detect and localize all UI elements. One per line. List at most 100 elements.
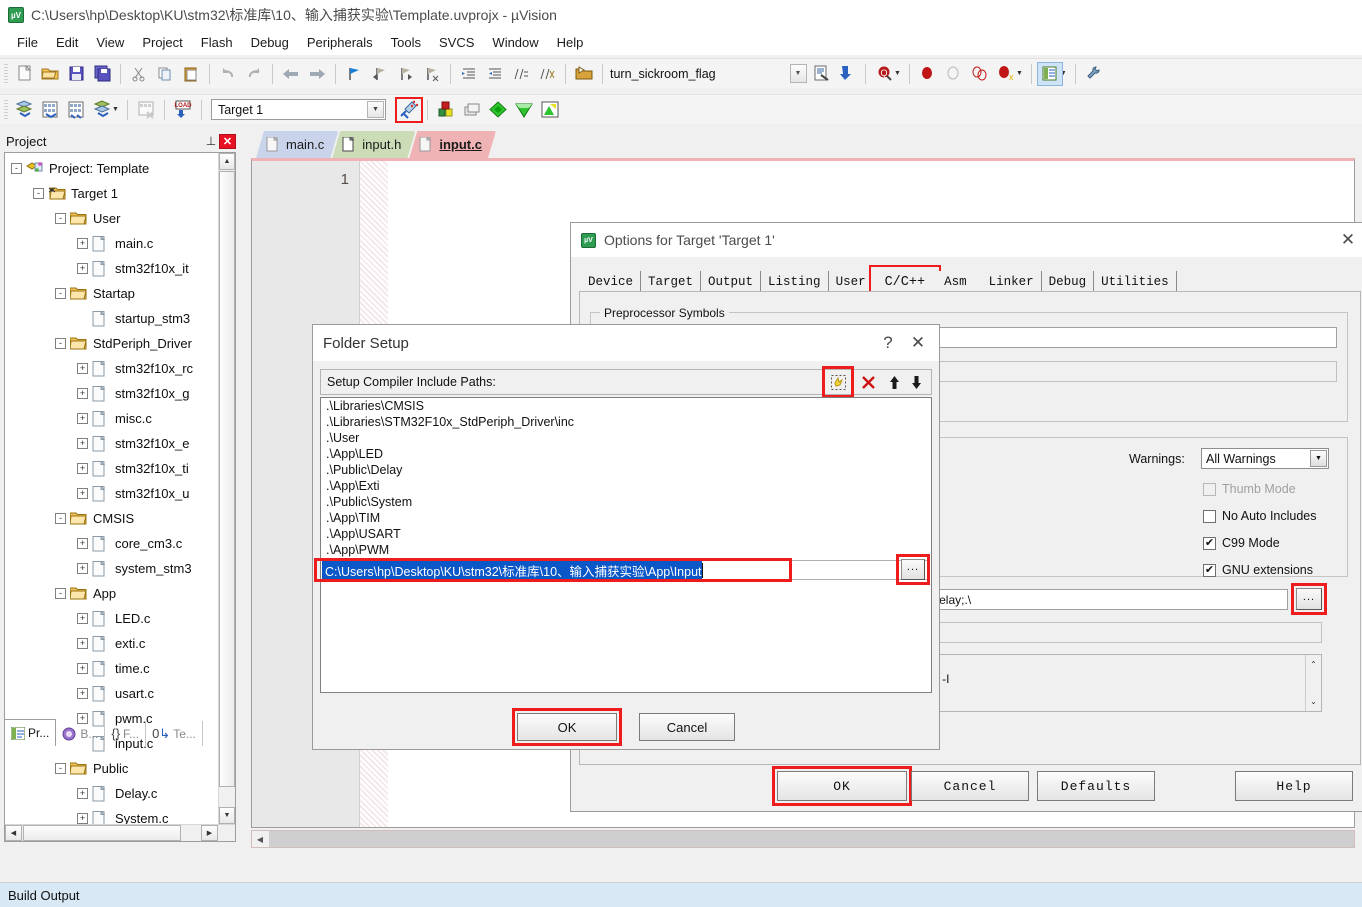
folder-browse-button[interactable]: ... <box>896 554 930 585</box>
menu-help[interactable]: Help <box>548 32 593 53</box>
menu-peripherals[interactable]: Peripherals <box>298 32 382 53</box>
collapse-toggle-icon[interactable]: - <box>55 338 66 349</box>
include-path-edit-row[interactable]: C:\Users\hp\Desktop\KU\stm32\标准库\10、输入捕获… <box>322 559 930 581</box>
build-target-icon[interactable] <box>37 98 63 122</box>
goto-definition-icon[interactable] <box>834 62 860 86</box>
indent-right-icon[interactable] <box>456 62 482 86</box>
include-path-row[interactable]: .\App\USART <box>321 526 931 542</box>
options-cancel-button[interactable]: Cancel <box>911 771 1029 801</box>
include-path-row[interactable]: .\App\LED <box>321 446 931 462</box>
tree-item[interactable]: - Target 1 <box>5 181 219 206</box>
compiler-control-scrollbar[interactable]: ⌃ ⌄ <box>1305 655 1321 711</box>
expand-toggle-icon[interactable]: + <box>77 788 88 799</box>
collapse-toggle-icon[interactable]: - <box>55 213 66 224</box>
panel-tab-functions[interactable]: {} F... <box>105 721 147 746</box>
expand-toggle-icon[interactable]: + <box>77 413 88 424</box>
stop-build-icon[interactable] <box>133 98 159 122</box>
include-path-row[interactable]: .\Public\System <box>321 494 931 510</box>
move-up-icon[interactable] <box>883 371 905 393</box>
tree-item[interactable]: + time.c <box>5 656 219 681</box>
rebuild-icon[interactable] <box>63 98 89 122</box>
tab-listing[interactable]: Listing <box>761 271 829 293</box>
expand-toggle-icon[interactable]: + <box>77 563 88 574</box>
tree-item[interactable]: + stm32f10x_u <box>5 481 219 506</box>
manage-runtime-icon[interactable] <box>511 98 537 122</box>
close-icon[interactable]: ✕ <box>219 133 236 149</box>
navigate-forward-icon[interactable] <box>304 62 330 86</box>
expand-toggle-icon[interactable]: + <box>77 638 88 649</box>
delete-path-icon[interactable] <box>857 371 879 393</box>
move-down-icon[interactable] <box>905 371 927 393</box>
function-dropdown-button[interactable]: ▼ <box>788 62 808 86</box>
paste-icon[interactable] <box>178 62 204 86</box>
expand-toggle-icon[interactable]: + <box>77 613 88 624</box>
expand-toggle-icon[interactable]: + <box>77 688 88 699</box>
chevron-down-icon[interactable]: ▼ <box>366 101 384 118</box>
collapse-toggle-icon[interactable]: - <box>33 188 44 199</box>
new-file-icon[interactable] <box>11 62 37 86</box>
tree-item[interactable]: - Public <box>5 756 219 781</box>
toolbar-grip[interactable] <box>4 63 8 84</box>
scroll-right-icon[interactable]: ▶ <box>201 825 218 841</box>
tree-item[interactable]: + main.c <box>5 231 219 256</box>
scroll-down-icon[interactable]: ▼ <box>219 807 235 824</box>
pack-installer-icon[interactable] <box>485 98 511 122</box>
open-source-icon[interactable] <box>571 62 597 86</box>
include-path-row[interactable]: .\App\Exti <box>321 478 931 494</box>
expand-toggle-icon[interactable]: + <box>77 663 88 674</box>
editor-hscrollbar[interactable]: ◀ <box>251 830 1355 848</box>
tree-item[interactable]: - StdPeriph_Driver <box>5 331 219 356</box>
vscroll-thumb[interactable] <box>219 171 235 787</box>
editor-scroll-left-icon[interactable]: ◀ <box>252 831 268 847</box>
scroll-up-icon[interactable]: ▲ <box>219 153 235 170</box>
checkbox-no-auto-includes[interactable]: No Auto Includes <box>1203 509 1317 523</box>
undo-icon[interactable] <box>215 62 241 86</box>
editor-hscroll-track[interactable] <box>269 831 1354 847</box>
options-defaults-button[interactable]: Defaults <box>1037 771 1155 801</box>
comment-icon[interactable] <box>508 62 534 86</box>
tree-item[interactable]: + Delay.c <box>5 781 219 806</box>
tab-user[interactable]: User <box>828 271 873 293</box>
collapse-toggle-icon[interactable]: - <box>55 513 66 524</box>
menu-view[interactable]: View <box>87 32 133 53</box>
multi-project-icon[interactable] <box>459 98 485 122</box>
insert-breakpoint-icon[interactable] <box>915 62 941 86</box>
manage-components-icon[interactable] <box>433 98 459 122</box>
target-combo[interactable]: Target 1 ▼ <box>210 99 386 120</box>
redo-icon[interactable] <box>241 62 267 86</box>
collapse-toggle-icon[interactable]: - <box>55 288 66 299</box>
panel-tab-project[interactable]: Pr... <box>4 719 57 746</box>
copy-icon[interactable] <box>152 62 178 86</box>
collapse-toggle-icon[interactable]: - <box>11 163 22 174</box>
pin-icon[interactable]: ⊥ <box>203 133 219 149</box>
menu-debug[interactable]: Debug <box>242 32 298 53</box>
scroll-down-icon[interactable]: ⌄ <box>1310 694 1317 709</box>
navigate-back-icon[interactable] <box>278 62 304 86</box>
tree-item[interactable]: + stm32f10x_it <box>5 256 219 281</box>
configuration-wizard-icon[interactable] <box>1036 61 1063 86</box>
chevron-down-icon[interactable]: ▼ <box>1310 450 1327 467</box>
toolbar-grip[interactable] <box>4 99 8 120</box>
select-software-packs-icon[interactable] <box>537 98 563 122</box>
tree-item[interactable]: - App <box>5 581 219 606</box>
checkbox-c99-mode[interactable]: ✔ C99 Mode <box>1203 536 1317 550</box>
tab-utilities[interactable]: Utilities <box>1094 271 1177 293</box>
disable-breakpoint-icon[interactable] <box>941 62 967 86</box>
folder-setup-cancel-button[interactable]: Cancel <box>639 713 735 741</box>
uncomment-icon[interactable] <box>534 62 560 86</box>
file-outline-icon[interactable] <box>808 62 834 86</box>
tree-item[interactable]: + misc.c <box>5 406 219 431</box>
indent-left-icon[interactable] <box>482 62 508 86</box>
expand-toggle-icon[interactable]: + <box>77 438 88 449</box>
help-button[interactable]: ? <box>873 329 903 357</box>
tab-debug[interactable]: Debug <box>1041 271 1095 293</box>
expand-toggle-icon[interactable]: + <box>77 263 88 274</box>
tab-target[interactable]: Target <box>641 271 702 293</box>
tree-item[interactable]: startup_stm3 <box>5 306 219 331</box>
include-paths-browse-button[interactable]: ... <box>1291 583 1327 615</box>
configure-icon[interactable] <box>1081 62 1107 86</box>
menu-tools[interactable]: Tools <box>382 32 430 53</box>
panel-tab-books[interactable]: B... <box>56 721 106 746</box>
disable-all-breakpoints-icon[interactable] <box>967 62 993 86</box>
collapse-toggle-icon[interactable]: - <box>55 588 66 599</box>
